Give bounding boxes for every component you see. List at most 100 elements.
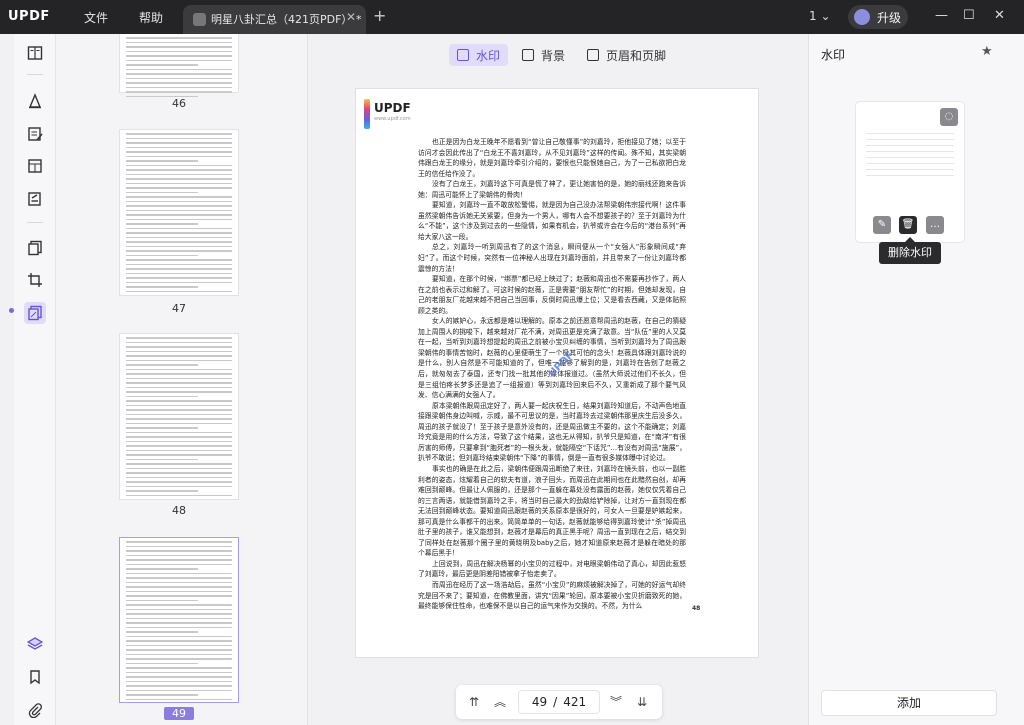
thumbnail-text-line (126, 490, 198, 492)
star-icon[interactable]: ★ (981, 44, 993, 59)
maximize-button[interactable]: ☐ (963, 8, 975, 23)
organize-pages-icon[interactable] (26, 239, 44, 257)
page-paragraph: 没有了白龙王，刘嘉玲这下可真是慌了神了，更让她害怕的是，她的丽线还跑来告诉她：周… (418, 180, 686, 199)
thumbnail-text-line (126, 458, 198, 460)
thumbnail-text-line (126, 436, 232, 438)
page-paragraph: 事实也的确是在此之后，梁朝伟便跟周迅断绝了来往，刘嘉玲在镜头前，也以一副胜利者的… (418, 464, 686, 558)
reader-icon[interactable] (26, 44, 44, 62)
document-area: 水印 背景 页眉和页脚 UPDF www.updf.com 也正是因为白龙王晚年… (308, 34, 808, 725)
thumbnail-text-line (126, 218, 232, 220)
thumbnail-text-line (126, 151, 232, 153)
header-footer-tab[interactable]: 页眉和页脚 (579, 44, 674, 66)
page-thumbnail-47[interactable] (120, 130, 238, 295)
thumbnail-text-line (126, 568, 198, 570)
thumbnail-text-line (126, 418, 232, 420)
toolbar-divider (27, 222, 43, 223)
thumbnail-text-line (126, 449, 232, 451)
thumbnail-text-line (126, 413, 232, 415)
next-page-icon[interactable]: ︾ (608, 694, 624, 710)
thumbnail-text-line (126, 209, 232, 211)
new-tab-button[interactable]: + (373, 6, 386, 25)
page-tools-icon[interactable] (24, 302, 46, 324)
thumbnail-text-line (126, 187, 232, 189)
previous-page-icon[interactable]: ︽ (492, 694, 508, 710)
thumbnail-text-line (126, 277, 232, 279)
thumbnail-text-line (126, 640, 232, 642)
thumbnail-page-number: 49 (164, 707, 194, 720)
watermark-tab[interactable]: 水印 (449, 44, 509, 66)
thumbnail-text-line (126, 382, 232, 384)
eye-off-icon[interactable]: ◌ (940, 108, 958, 126)
last-page-icon[interactable]: ⇊ (634, 694, 650, 710)
sign-icon[interactable] (26, 190, 44, 208)
close-window-button[interactable]: ✕ (994, 8, 1005, 23)
thumbnail-text-line (126, 364, 198, 366)
close-tab-icon[interactable]: ✕ (346, 10, 356, 24)
chevron-down-icon: ⌄ (820, 9, 831, 23)
thumbnail-text-line (126, 653, 232, 655)
thumbnail-text-line (126, 476, 232, 478)
tab-modified-indicator: * (355, 13, 362, 26)
watermark-template-card[interactable]: ◌ ✎ 🗑 … (856, 102, 964, 242)
thumbnail-text-line (126, 191, 198, 193)
background-tab[interactable]: 背景 (514, 44, 573, 66)
thumbnail-text-line (126, 608, 232, 610)
page-thumbnail-46[interactable] (120, 34, 238, 97)
crop-icon[interactable] (26, 271, 44, 289)
thumbnail-text-line (126, 236, 232, 238)
form-icon[interactable] (26, 157, 44, 175)
thumbnail-text-line (126, 689, 232, 691)
upgrade-button[interactable]: 升级 (848, 5, 908, 29)
attachment-icon[interactable] (26, 701, 44, 719)
tab-count-dropdown[interactable]: 1 ⌄ (809, 9, 831, 23)
thumbnail-text-line (126, 685, 232, 687)
delete-watermark-icon[interactable]: 🗑 (899, 216, 917, 234)
thumbnail-text-line (126, 59, 232, 61)
bookmark-icon[interactable] (26, 668, 44, 686)
more-options-icon[interactable]: … (926, 216, 944, 234)
thumbnail-text-line (126, 86, 232, 88)
thumbnail-text-line (126, 694, 198, 696)
thumbnail-text-line (126, 445, 232, 447)
menu-file[interactable]: 文件 (84, 9, 108, 26)
thumbnail-page-number: 46 (172, 97, 186, 110)
thumbnail-text-line (126, 241, 232, 243)
thumbnail-text-line (126, 658, 232, 660)
thumbnail-text-line (126, 160, 198, 162)
page-thumbnail-49[interactable] (120, 538, 238, 702)
thumbnail-text-line (126, 223, 198, 225)
thumbnail-text-line (126, 254, 198, 256)
thumbnail-text-line (126, 169, 232, 171)
thumbnail-text-line (126, 259, 232, 261)
thumbnail-text-line (126, 263, 232, 265)
add-watermark-button[interactable]: 添加 (821, 690, 997, 716)
menu-help[interactable]: 帮助 (139, 9, 163, 26)
thumbnail-text-line (126, 386, 232, 388)
thumbnail-text-line (126, 617, 232, 619)
thumbnail-text-line (126, 37, 232, 39)
thumbnail-text-line (126, 622, 232, 624)
layers-icon[interactable] (26, 635, 44, 653)
document-tab[interactable]: 明星八卦汇总（421页PDF） * ✕ (183, 5, 366, 34)
thumbnail-text-line (126, 554, 232, 556)
edit-watermark-icon[interactable]: ✎ (873, 216, 891, 234)
thumbnail-text-line (126, 182, 232, 184)
pdf-page[interactable]: UPDF www.updf.com 也正是因为白龙王晚年不愿看到“曾让自己敬懂事… (356, 89, 758, 657)
edit-text-icon[interactable] (26, 125, 44, 143)
thumbnail-text-line (126, 626, 232, 628)
page-thumbnail-48[interactable] (120, 334, 238, 499)
page-paragraph: 要知道，在那个时候，“绑票”都已经上映过了；赵薇和周迅也不需要再抄作了，两人在之… (418, 275, 686, 315)
thumbnail-text-line (126, 586, 232, 588)
thumbnail-text-line (126, 427, 198, 429)
comment-icon[interactable] (26, 92, 44, 110)
page-paragraph: 要知道，刘嘉玲一直不敢放松警惕，就是因为自己没办法帮梁朝伟宗接代啊！这件事虽然梁… (418, 201, 686, 241)
thumbnail-text-line (126, 494, 232, 496)
thumbnail-text-line (126, 599, 198, 601)
thumbnail-text-line (126, 268, 232, 270)
minimize-button[interactable]: — (935, 8, 948, 23)
page-number-field[interactable]: 49/421 (518, 690, 600, 714)
first-page-icon[interactable]: ⇈ (466, 694, 482, 710)
thumbnail-text-line (126, 286, 198, 288)
thumbnail-text-line (126, 581, 232, 583)
thumbnail-text-line (126, 73, 232, 75)
